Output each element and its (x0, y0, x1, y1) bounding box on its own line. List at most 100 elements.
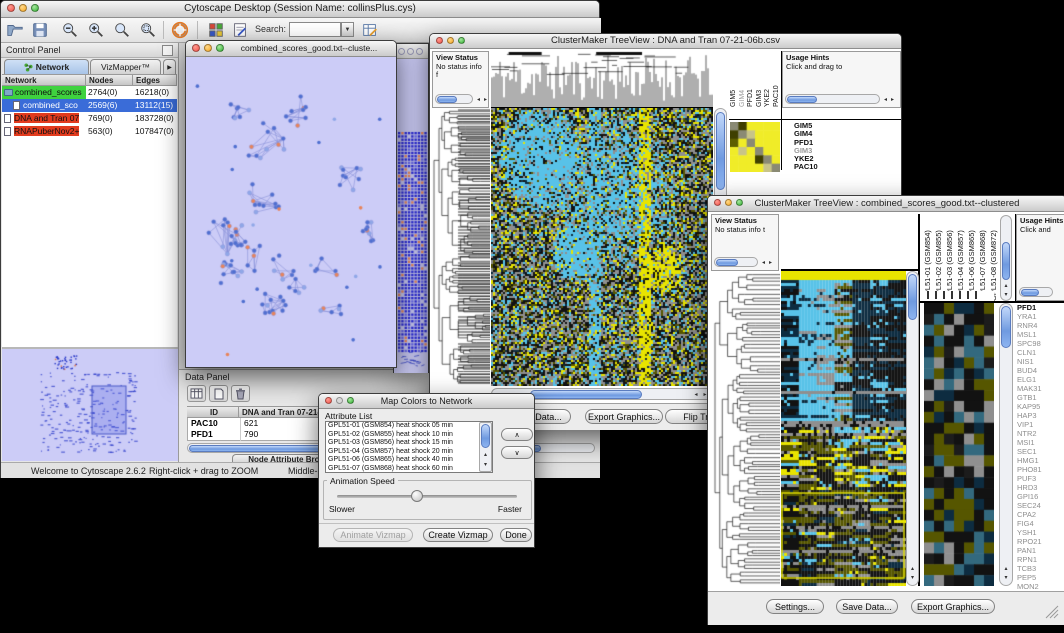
scroll-right-arrow[interactable]: ▸ (482, 96, 489, 104)
treeview2-title-bar[interactable]: ClusterMaker TreeView : combined_scores_… (708, 196, 1064, 212)
close-button[interactable] (436, 37, 443, 44)
animate-vizmap-button[interactable]: Animate Vizmap (333, 528, 413, 542)
done-button[interactable]: Done (500, 528, 532, 542)
gene-label[interactable]: MAK31 (1017, 384, 1064, 393)
attribute-item[interactable]: GPL51-01 (GSM854) heat shock 05 min (326, 422, 492, 431)
scroll-thumb[interactable] (1001, 306, 1011, 348)
attribute-item[interactable]: GPL51-07 (GSM868) heat shock 60 min (326, 465, 492, 473)
gene-label[interactable]: MSI1 (1017, 438, 1064, 447)
scroll-right-arrow[interactable]: ▸ (889, 96, 896, 104)
dialog-title-bar[interactable]: Map Colors to Network (319, 394, 534, 409)
scroll-down-arrow[interactable]: ▾ (1001, 291, 1011, 299)
gene-label[interactable]: BUD4 (1017, 366, 1064, 375)
tv1-usage-hscrollbar[interactable] (785, 94, 880, 104)
column-header-network[interactable]: Network (2, 74, 86, 86)
gene-label[interactable]: CPA2 (1017, 510, 1064, 519)
zoom-in-button[interactable] (85, 20, 107, 40)
tv1-heatmap-canvas[interactable] (491, 108, 713, 386)
zoom-button[interactable] (736, 199, 743, 206)
treeview1-title-bar[interactable]: ClusterMaker TreeView : DNA and Tran 07-… (430, 34, 901, 49)
help-lifering-icon[interactable] (169, 20, 191, 40)
gene-label[interactable]: HMG1 (1017, 456, 1064, 465)
gene-label[interactable]: CLN1 (1017, 348, 1064, 357)
background-window-title-bar[interactable] (394, 44, 428, 59)
minimize-button[interactable] (407, 48, 414, 55)
gene-label[interactable]: FIG4 (1017, 519, 1064, 528)
scroll-left-arrow[interactable]: ◂ (760, 259, 767, 267)
gene-label[interactable]: NIS1 (1017, 357, 1064, 366)
network-row-selected[interactable]: combined_sco 2569(6) 13112(15) (2, 99, 177, 112)
gene-label[interactable]: GPI16 (1017, 492, 1064, 501)
gene-label[interactable]: SEC1 (1017, 447, 1064, 456)
column-header-edges[interactable]: Edges (133, 74, 177, 86)
tv2-heatmap-canvas[interactable] (781, 271, 906, 586)
create-vizmap-button[interactable]: Create Vizmap (423, 528, 493, 542)
zoom-button[interactable] (458, 37, 465, 44)
main-title-bar[interactable]: Cytoscape Desktop (Session Name: collins… (1, 1, 599, 18)
tv2-export-graphics-button[interactable]: Export Graphics... (911, 599, 995, 614)
background-network-window[interactable] (393, 43, 429, 373)
gene-label[interactable]: HAP3 (1017, 411, 1064, 420)
tv2-zoom-vscrollbar[interactable]: ▴ ▾ (999, 303, 1013, 586)
array-column-label[interactable]: GPL51-04 (GSM857) (955, 215, 966, 301)
tv2-save-data-button[interactable]: Save Data... (836, 599, 898, 614)
array-column-label[interactable]: GPL51-06 (GSM865) (966, 215, 977, 301)
annotation-icon[interactable] (229, 20, 251, 40)
gene-label[interactable]: NTR2 (1017, 429, 1064, 438)
attribute-item[interactable]: GPL51-02 (GSM855) heat shock 10 min (326, 431, 492, 440)
gene-label[interactable]: TCB3 (1017, 564, 1064, 573)
array-column-label[interactable]: GPL51-01 (GSM854) (922, 215, 933, 301)
column-header-nodes[interactable]: Nodes (86, 74, 133, 86)
scroll-up-arrow[interactable]: ▴ (1001, 282, 1011, 290)
scroll-thumb[interactable] (530, 390, 642, 399)
grid-network-canvas[interactable] (394, 60, 428, 373)
array-column-label[interactable]: GPL51-03 (GSM856) (944, 215, 955, 301)
float-panel-icon[interactable] (162, 45, 173, 56)
close-button[interactable] (325, 397, 332, 404)
scroll-thumb[interactable] (437, 96, 457, 103)
close-button[interactable] (7, 4, 15, 12)
minimize-button[interactable] (336, 397, 343, 404)
gene-label[interactable]: MON2 (1017, 582, 1064, 591)
scroll-down-arrow[interactable]: ▾ (907, 574, 918, 582)
tab-vizmapper[interactable]: VizMapper™ (90, 59, 161, 74)
zoom-selected-button[interactable] (137, 20, 159, 40)
network-graph-canvas[interactable] (186, 57, 396, 367)
scroll-left-arrow[interactable]: ◂ (475, 96, 482, 104)
animation-speed-slider-track[interactable] (337, 495, 517, 498)
scroll-thumb[interactable] (1002, 242, 1010, 280)
tv2-status-hscrollbar[interactable] (714, 257, 758, 267)
gene-label[interactable]: PUF3 (1017, 474, 1064, 483)
array-column-label[interactable]: GPL51-07 (GSM868) (977, 215, 988, 301)
matrix-row-label[interactable]: PAC10 (794, 163, 834, 171)
move-down-button[interactable]: ∨ (501, 446, 533, 459)
scroll-thumb[interactable] (481, 424, 490, 448)
open-session-button[interactable] (4, 20, 26, 40)
tv2-settings-button[interactable]: Settings... (766, 599, 824, 614)
tv1-row-dendrogram-canvas[interactable] (432, 108, 490, 386)
tv2-row-dendrogram-canvas[interactable] (711, 271, 780, 586)
scroll-left-arrow[interactable]: ◂ (882, 96, 889, 104)
gene-label[interactable]: SPC98 (1017, 339, 1064, 348)
gene-label[interactable]: ELG1 (1017, 375, 1064, 384)
tv2-collabel-vscrollbar[interactable]: ▴ ▾ (1000, 215, 1012, 301)
scroll-up-arrow[interactable]: ▴ (480, 451, 491, 459)
gene-label[interactable]: RPO21 (1017, 537, 1064, 546)
search-input[interactable] (289, 22, 341, 37)
data-column-id[interactable]: ID (187, 406, 239, 418)
scroll-thumb[interactable] (716, 259, 738, 266)
zoom-button[interactable] (31, 4, 39, 12)
tv2-heatmap-vscrollbar[interactable]: ▴ ▾ (906, 271, 919, 586)
tab-network[interactable]: Network (4, 59, 89, 74)
gene-label[interactable]: GTB1 (1017, 393, 1064, 402)
tv1-export-graphics-button[interactable]: Export Graphics... (585, 409, 663, 424)
network-row[interactable]: DNA and Tran 07 769(0) 183728(0) (2, 112, 177, 125)
gene-label[interactable]: KAP95 (1017, 402, 1064, 411)
close-button[interactable] (398, 48, 405, 55)
matrix-column-label[interactable]: PFD1 (747, 52, 756, 107)
scroll-thumb[interactable] (908, 274, 917, 320)
gene-label[interactable]: PEP5 (1017, 573, 1064, 582)
birdseye-canvas[interactable] (2, 350, 176, 461)
select-attributes-icon[interactable] (187, 385, 206, 402)
minimize-button[interactable] (725, 199, 732, 206)
